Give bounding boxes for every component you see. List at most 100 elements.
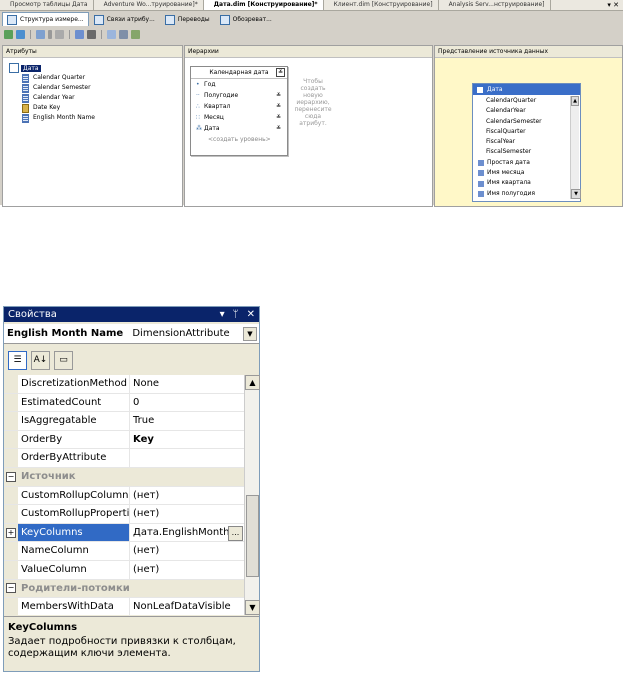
hierarchy-title[interactable]: Календарная дата ≚ [191, 67, 287, 79]
property-value[interactable]: Дата.EnglishMonthI... [130, 524, 245, 542]
property-value[interactable]: (нет) [130, 505, 245, 523]
property-row[interactable]: IsAggregatable True [4, 412, 245, 431]
property-value[interactable]: Key [130, 431, 245, 449]
dsv-table-name: Дата [487, 86, 503, 93]
document-tab[interactable]: Дата.dim [Конструирование]* [203, 0, 324, 10]
hierarchy-levels: • Год ·· Полугодие ≚ ∴ Квартал ≚ ∷ Месяц ≚ ⁂ Дата ≚ [191, 79, 287, 134]
property-row[interactable]: CustomRollupColumn (нет) [4, 486, 245, 506]
delete-icon[interactable] [55, 30, 64, 39]
create-level-placeholder[interactable]: <создать уровень> [191, 134, 287, 145]
scroll-up-icon[interactable]: ▲ [245, 375, 260, 390]
document-tab[interactable]: Просмотр таблицы Дата [0, 0, 94, 10]
object-selector[interactable]: English Month Name DimensionAttribute ▼ [4, 324, 259, 344]
level-icon: ⁂ [196, 125, 202, 132]
property-row[interactable]: OrderBy Key [4, 430, 245, 450]
document-tab[interactable]: Клиент.dim [Конструирование] [324, 0, 439, 10]
dsv-column[interactable]: Имя полугодия [473, 189, 567, 199]
row-margin [4, 542, 18, 560]
property-row[interactable]: NameColumn (нет) [4, 542, 245, 561]
attribute-label: Calendar Semester [33, 84, 91, 91]
designer-tab[interactable]: Структура измере... [2, 12, 89, 26]
dsv-column[interactable]: CalendarQuarter [473, 96, 567, 106]
arrange-icon[interactable] [131, 30, 140, 39]
property-value[interactable]: 0 [130, 394, 245, 412]
pin-icon[interactable]: ᛘ [233, 307, 239, 322]
property-value[interactable]: (нет) [130, 487, 245, 505]
alphabetical-icon[interactable]: A↓ [31, 350, 50, 370]
show-table-icon[interactable] [75, 30, 84, 39]
dsv-column[interactable]: FiscalSemester [473, 147, 567, 157]
dsv-column[interactable]: Имя месяца [473, 168, 567, 178]
property-row[interactable]: ValueColumn (нет) [4, 560, 245, 580]
process-icon[interactable] [16, 30, 25, 39]
property-value[interactable]: (нет) [130, 542, 245, 560]
hierarchy-level[interactable]: ·· Полугодие ≚ [191, 90, 287, 101]
attribute-tree-root[interactable]: Дата [9, 63, 41, 73]
close-icon[interactable]: ✕ [247, 307, 255, 322]
collapse-icon[interactable]: ≚ [276, 68, 285, 77]
dsv-column[interactable]: FiscalYear [473, 137, 567, 147]
attribute-item[interactable]: Calendar Semester [22, 83, 95, 93]
designer-tab[interactable]: Переводы [160, 12, 215, 27]
document-tab[interactable]: Adventure Wo...труирование]* [94, 0, 204, 10]
hierarchy-box[interactable]: Календарная дата ≚ • Год ·· Полугодие ≚ ∴ Квар… [190, 66, 288, 156]
collapse-icon[interactable]: − [6, 583, 16, 594]
dsv-column[interactable]: CalendarYear [473, 106, 567, 116]
designer-tab[interactable]: Связи атрибу... [89, 12, 160, 27]
hierarchy-level[interactable]: ⁂ Дата ≚ [191, 123, 287, 134]
attribute-item[interactable]: English Month Name [22, 113, 95, 123]
row-margin [4, 560, 18, 579]
property-row[interactable]: + KeyColumns Дата.EnglishMonthI... [4, 523, 245, 543]
level-label: Месяц [204, 114, 224, 121]
dsv-table-header[interactable]: Дата [473, 84, 580, 95]
property-grid-scrollbar[interactable]: ▲ ▼ [244, 375, 260, 615]
dsv-column[interactable]: Имя квартала [473, 178, 567, 188]
chevron-down-icon[interactable]: ▼ [243, 327, 257, 341]
property-pages-icon[interactable]: ▭ [54, 350, 73, 370]
designer-tab[interactable]: Обозреват... [215, 12, 277, 27]
dsv-column[interactable]: FiscalQuarter [473, 127, 567, 137]
property-value[interactable]: (нет) [130, 561, 245, 579]
document-tab[interactable]: Analysis Serv...нструирование] [439, 0, 551, 10]
properties-title: Свойства [8, 309, 57, 320]
scroll-down-icon[interactable]: ▼ [245, 600, 260, 615]
property-row[interactable]: EstimatedCount 0 [4, 393, 245, 413]
diagram-icon[interactable] [107, 30, 116, 39]
attribute-item[interactable]: Calendar Quarter [22, 73, 95, 83]
dsv-column[interactable]: CalendarSemester [473, 117, 567, 127]
zoom-icon[interactable] [119, 30, 128, 39]
property-row[interactable]: DiscretizationMethod None [4, 375, 245, 394]
property-value[interactable]: True [130, 412, 245, 430]
dsv-scrollbar[interactable]: ▲ ▼ [570, 96, 581, 199]
attribute-label: Date Key [33, 104, 61, 111]
attribute-item[interactable]: Calendar Year [22, 93, 95, 103]
property-value[interactable]: None [130, 375, 245, 393]
expand-icon[interactable]: + [6, 527, 16, 538]
ellipsis-button[interactable]: ... [228, 525, 243, 541]
property-category[interactable]: − Родители-потомки [4, 579, 245, 599]
hierarchy-level[interactable]: ∴ Квартал ≚ [191, 101, 287, 112]
window-controls[interactable]: ▾ ✕ [607, 0, 619, 10]
property-value[interactable] [130, 449, 245, 467]
categorized-icon[interactable]: ☰ [8, 350, 27, 370]
window-menu-icon[interactable]: ▾ [220, 307, 225, 322]
attribute-item[interactable]: Date Key [22, 103, 95, 113]
dsv-table[interactable]: Дата CalendarQuarter CalendarYear Calendar… [472, 83, 581, 202]
scrollbar-thumb[interactable] [246, 495, 259, 577]
dropdown-arrow-icon[interactable] [48, 30, 52, 39]
hide-table-icon[interactable] [87, 30, 96, 39]
collapse-icon[interactable]: − [6, 471, 16, 482]
property-category[interactable]: − Источник [4, 467, 245, 487]
refresh-icon[interactable] [4, 30, 13, 39]
new-hierarchy-icon[interactable] [36, 30, 45, 39]
property-row[interactable]: CustomRollupPropertie (нет) [4, 505, 245, 524]
hierarchy-level[interactable]: ∷ Месяц ≚ [191, 112, 287, 123]
dsv-column[interactable]: Простая дата [473, 158, 567, 168]
property-row[interactable]: MembersWithData NonLeafDataVisible [4, 598, 245, 617]
hierarchy-level[interactable]: • Год [191, 79, 287, 90]
tree-root-label: Дата [21, 64, 41, 72]
scroll-up-icon[interactable]: ▲ [571, 96, 579, 106]
property-row[interactable]: OrderByAttribute [4, 449, 245, 468]
property-value[interactable]: NonLeafDataVisible [130, 598, 245, 616]
scroll-down-icon[interactable]: ▼ [571, 189, 581, 199]
